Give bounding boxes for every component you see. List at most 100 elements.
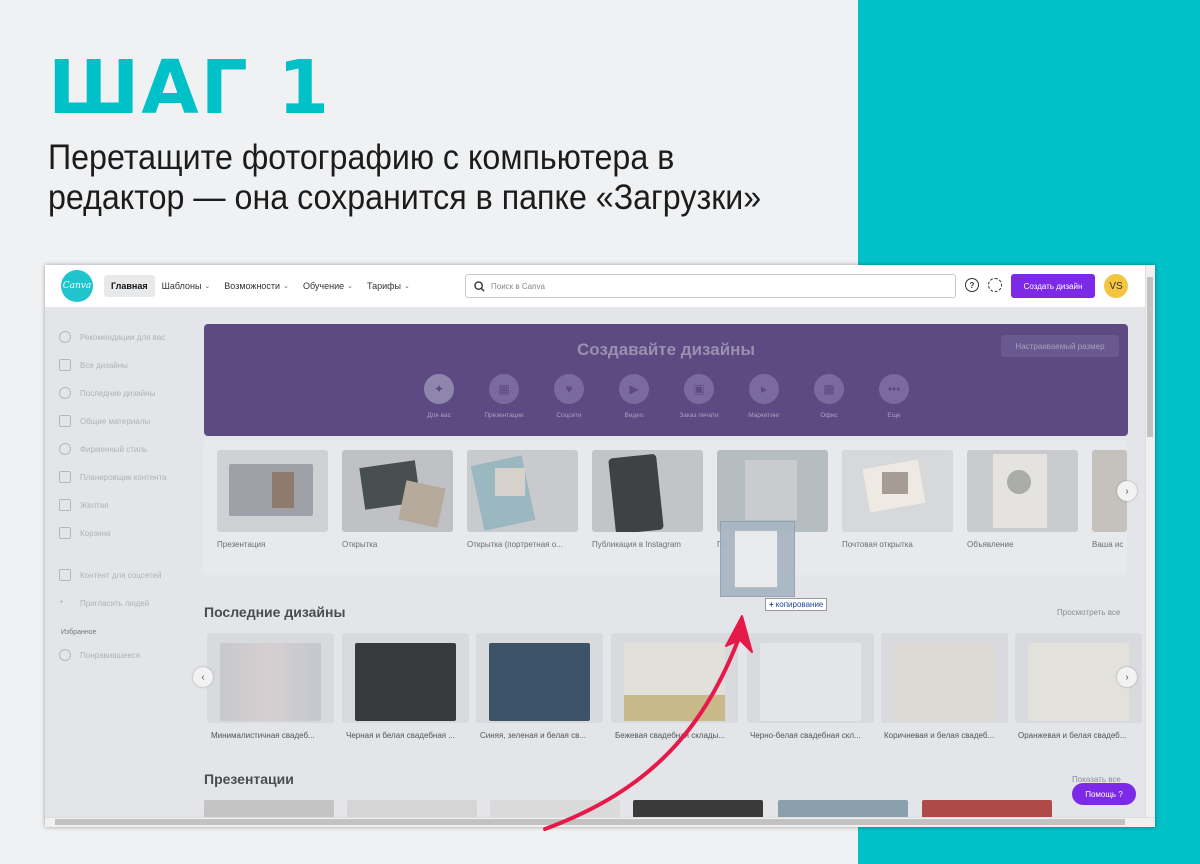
help-circle-icon[interactable]: ? (965, 278, 979, 292)
sidebar-item-liked[interactable]: Понравившееся (59, 649, 140, 661)
category-more[interactable]: ••• Еще (862, 374, 926, 419)
sidebar-item-brand[interactable]: Фирменный стиль (59, 443, 147, 455)
gear-icon[interactable] (988, 278, 1002, 292)
category-label: Офис (820, 412, 838, 419)
design-thumbnail (489, 643, 590, 721)
recent-design-label: Черная и белая свадебная ... (346, 731, 455, 740)
recent-designs-title: Последние дизайны (204, 604, 346, 620)
nav-pricing-label: Тарифы (366, 281, 401, 291)
copy-label: копирование (775, 600, 824, 609)
recent-design-label: Черно-белая свадебная скл... (750, 731, 861, 740)
recent-design-card[interactable] (342, 633, 469, 723)
category-presentations[interactable]: ▦ Презентации (472, 374, 536, 419)
category-marketing[interactable]: ▸ Маркетинг (732, 374, 796, 419)
presentation-card[interactable] (778, 800, 908, 817)
category-social[interactable]: ♥ Соцсети (537, 374, 601, 419)
template-card[interactable]: Открытка (портретная о... (467, 450, 578, 549)
template-card[interactable]: Объявление (967, 450, 1078, 549)
design-thumbnail (1028, 643, 1129, 721)
copy-drop-tag: + копирование (765, 598, 828, 611)
briefcase-icon: ▩ (814, 374, 844, 404)
step-heading: ШАГ 1 (48, 45, 332, 131)
presentation-card[interactable] (204, 800, 334, 817)
template-carousel: Презентация Открытка Открытка (портретна… (203, 440, 1127, 575)
recent-design-card[interactable] (747, 633, 874, 723)
template-card[interactable]: Презентация (217, 450, 328, 549)
presentation-card[interactable] (922, 800, 1052, 817)
sidebar-item-label: Пригласить людей (80, 598, 150, 608)
chevron-left-icon: ‹ (201, 671, 205, 683)
category-for-you[interactable]: ✦ Для вас (407, 374, 471, 419)
vertical-scroll-thumb[interactable] (1147, 277, 1153, 437)
sidebar-item-social[interactable]: Контент для соцсетей (59, 569, 161, 581)
sidebar-item-label: Желтая (80, 500, 109, 510)
recent-design-label: Оранжевая и белая свадеб... (1018, 731, 1127, 740)
category-label: Маркетинг (748, 412, 780, 419)
category-video[interactable]: ▶ Видео (602, 374, 666, 419)
chevron-down-icon: ⌄ (404, 283, 410, 290)
carousel-prev-button[interactable]: ‹ (193, 667, 213, 687)
sidebar-item-all-designs[interactable]: Все дизайны (59, 359, 128, 371)
people-icon (59, 415, 71, 427)
category-label: Презентации (484, 412, 524, 419)
search-icon (474, 280, 485, 292)
create-design-banner: Создавайте дизайны Настраиваемый размер … (204, 324, 1128, 436)
nav-home[interactable]: Главная (104, 275, 155, 297)
nav-learn[interactable]: Обучение ⌄ (296, 275, 360, 297)
template-thumbnail (717, 450, 828, 532)
sidebar-item-recommended[interactable]: Рекомендации для вас (59, 331, 165, 343)
presentation-card[interactable] (347, 800, 477, 817)
avatar[interactable]: VS (1104, 274, 1128, 298)
sidebar-item-invite[interactable]: + Пригласить людей (59, 597, 149, 609)
chevron-down-icon: ⌄ (204, 283, 211, 290)
nav-pricing[interactable]: Тарифы ⌄ (360, 275, 417, 297)
presentation-card[interactable] (633, 800, 763, 817)
canva-logo[interactable]: Canva (61, 270, 93, 302)
sidebar-item-folder[interactable]: Желтая (59, 499, 109, 511)
recent-design-label: Бежевая свадебная склады... (615, 731, 726, 740)
search-placeholder: Поиск в Canva (491, 281, 545, 291)
template-card[interactable]: Почтовая открытка (842, 450, 953, 549)
carousel-next-button[interactable]: › (1117, 667, 1137, 687)
recent-design-card[interactable] (611, 633, 738, 723)
plus-icon: + (59, 597, 64, 606)
horizontal-scroll-thumb[interactable] (55, 819, 1125, 825)
view-all-link[interactable]: Просмотреть все (1057, 608, 1120, 617)
template-card[interactable]: Публикация в Instagram (592, 450, 703, 549)
video-icon: ▶ (619, 374, 649, 404)
create-design-button[interactable]: Создать дизайн (1011, 274, 1095, 298)
sidebar-item-planner[interactable]: Планировщик контента (59, 471, 167, 483)
sidebar-item-label: Последние дизайны (80, 388, 156, 398)
help-button[interactable]: Помощь ? (1072, 783, 1136, 805)
chevron-down-icon: ⌄ (347, 283, 353, 290)
template-card[interactable]: Открытка (342, 450, 453, 549)
category-office[interactable]: ▩ Офис (797, 374, 861, 419)
recent-design-card[interactable] (207, 633, 334, 723)
recent-design-card[interactable] (476, 633, 603, 723)
presentation-card[interactable] (490, 800, 620, 817)
category-print[interactable]: ▣ Заказ печати (667, 374, 731, 419)
search-input[interactable]: Поиск в Canva (465, 274, 956, 298)
recent-design-label: Синяя, зеленая и белая св... (480, 731, 587, 740)
design-thumbnail (355, 643, 456, 721)
megaphone-icon: ▸ (749, 374, 779, 404)
nav-templates[interactable]: Шаблоны ⌄ (155, 275, 218, 297)
design-thumbnail (760, 643, 861, 721)
sidebar: Рекомендации для вас Все дизайны Последн… (45, 307, 195, 817)
plus-icon: + (769, 600, 774, 609)
custom-size-button[interactable]: Настраиваемый размер (1001, 335, 1119, 357)
carousel-next-button[interactable]: › (1117, 481, 1137, 501)
dragged-photo-preview[interactable] (720, 521, 795, 597)
nav-features[interactable]: Возможности ⌄ (217, 275, 296, 297)
sidebar-item-trash[interactable]: Корзина (59, 527, 110, 539)
template-label: Открытка (342, 540, 378, 549)
sidebar-item-label: Планировщик контента (80, 472, 167, 482)
recent-design-card[interactable] (881, 633, 1008, 723)
sidebar-item-recent[interactable]: Последние дизайны (59, 387, 155, 399)
template-label: Почтовая открытка (842, 540, 913, 549)
sidebar-item-shared[interactable]: Общие материалы (59, 415, 150, 427)
chevron-right-icon: › (1125, 671, 1129, 683)
social-icon (59, 569, 71, 581)
main-nav: Главная Шаблоны ⌄ Возможности ⌄ Обучение ⌄ … (104, 275, 417, 297)
trash-icon (59, 527, 71, 539)
